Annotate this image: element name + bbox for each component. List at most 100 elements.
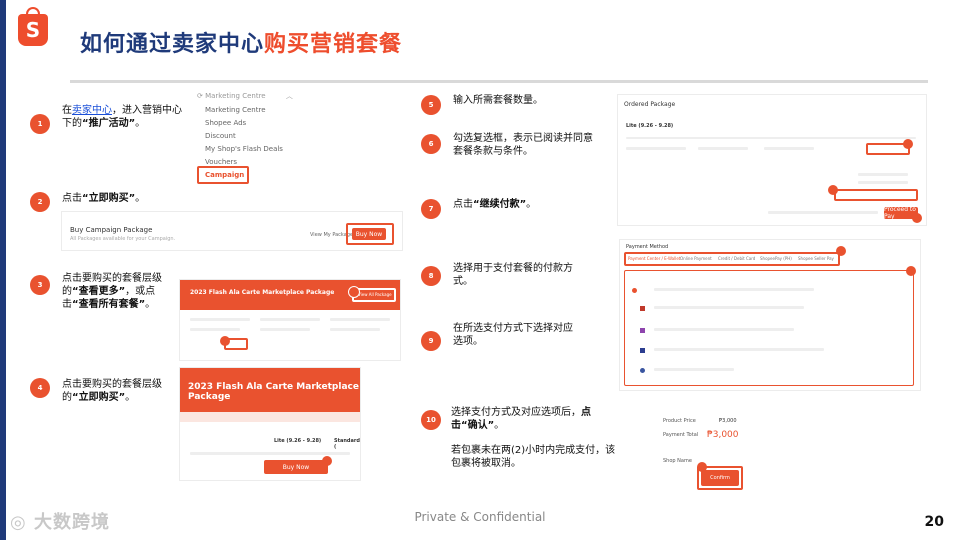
title-part1: 如何通过卖家中心 bbox=[80, 32, 265, 57]
step-2-bold: “立即购买” bbox=[82, 193, 136, 204]
step-1-text: 在卖家中心，进入营销中心下的“推广活动”。 bbox=[62, 104, 187, 130]
step-8-text: 选择用于支付套餐的付款方式。 bbox=[453, 263, 573, 287]
step-8-marker bbox=[836, 246, 846, 256]
tier-row-line bbox=[330, 318, 390, 321]
chevron-up-icon: ︿ bbox=[285, 92, 293, 100]
buy-package-subtitle: All Packages available for your Campaign… bbox=[70, 236, 176, 242]
payment-tab-card[interactable]: Credit / Debit Card bbox=[718, 256, 755, 261]
option-line bbox=[654, 328, 794, 331]
step-9-marker bbox=[906, 266, 916, 276]
step-5-number: 5 bbox=[428, 101, 434, 109]
bank-logo-icon bbox=[640, 368, 645, 373]
step-10-post: 。 bbox=[494, 420, 505, 431]
step-7-text: 点击“继续付款”。 bbox=[453, 198, 536, 211]
tier-buy-now-button[interactable]: Buy Now bbox=[264, 460, 328, 474]
payment-tab-seller-pay[interactable]: Shopee Seller Pay bbox=[798, 256, 834, 261]
menu-item-vouchers[interactable]: Vouchers bbox=[205, 158, 237, 166]
step-4-marker bbox=[322, 456, 332, 466]
menu-item-ads[interactable]: Shopee Ads bbox=[205, 119, 246, 127]
step-7-pre: 点击 bbox=[453, 199, 473, 210]
step-3-marker bbox=[348, 286, 360, 298]
tier-row-line bbox=[190, 452, 350, 455]
payment-total-value: ₱3,000 bbox=[707, 430, 739, 440]
disclaimer-line bbox=[768, 211, 878, 214]
step-5-text: 输入所需套餐数量。 bbox=[453, 95, 543, 106]
step-3-post: 。 bbox=[145, 299, 156, 310]
step-1-post: 。 bbox=[135, 118, 146, 129]
confirm-payment-screenshot: Product Price ₱3,000 Payment Total ₱3,00… bbox=[655, 404, 747, 494]
step-10-badge: 10 bbox=[421, 410, 441, 430]
option-line bbox=[654, 348, 824, 351]
shop-name-label: Shop Name bbox=[663, 458, 692, 464]
bank-logo-icon bbox=[640, 328, 645, 333]
step-3-bold2: “查看所有套餐” bbox=[72, 299, 146, 310]
shopee-bag-handle-icon bbox=[26, 7, 40, 16]
step-4-number: 4 bbox=[37, 384, 43, 392]
step-7-badge: 7 bbox=[421, 199, 441, 219]
page-title: 如何通过卖家中心购买营销套餐 bbox=[80, 26, 402, 58]
ordered-tier-label: Lite (9.26 - 9.28) bbox=[626, 123, 674, 129]
payment-tab-online[interactable]: Online Payment bbox=[680, 256, 712, 261]
menu-heading-text: Marketing Centre bbox=[205, 92, 266, 100]
bank-logo-icon bbox=[640, 306, 645, 311]
step-6-number: 6 bbox=[428, 140, 434, 148]
marketing-menu-screenshot: ⟳ Marketing Centre ︿ Marketing Centre Sh… bbox=[193, 88, 295, 186]
menu-heading: ⟳ Marketing Centre ︿ bbox=[197, 92, 293, 100]
seller-centre-link[interactable]: 卖家中心 bbox=[72, 105, 112, 116]
terms-checkbox-highlight[interactable] bbox=[834, 189, 918, 201]
logo-letter: S bbox=[25, 18, 41, 42]
payment-method-title: Payment Method bbox=[626, 244, 669, 250]
package-list-screenshot: 2023 Flash Ala Carte Marketplace Package… bbox=[180, 280, 400, 360]
summary-line bbox=[858, 173, 908, 176]
tier-standard-label: Standard ( bbox=[334, 438, 360, 450]
payment-tab-shopeepay[interactable]: ShopeePay (PH) bbox=[760, 256, 792, 261]
step-3-text: 点击要购买的套餐层级的“查看更多”，或点击“查看所有套餐”。 bbox=[62, 272, 177, 311]
step-10-marker bbox=[697, 462, 707, 472]
step-7-bold: “继续付款” bbox=[473, 199, 527, 210]
step-3-marker-2 bbox=[220, 336, 230, 346]
step-2-pre: 点击 bbox=[62, 193, 82, 204]
step-9-number: 9 bbox=[428, 337, 434, 345]
table-header-line bbox=[626, 137, 916, 139]
summary-line bbox=[858, 181, 908, 184]
package-detail-title: 2023 Flash Ala Carte Marketplace Package bbox=[188, 382, 359, 402]
tier-lite-label: Lite (9.26 - 9.28) bbox=[274, 438, 322, 444]
step-10-number: 10 bbox=[426, 416, 436, 424]
option-line bbox=[654, 368, 734, 371]
tier-row-line bbox=[190, 318, 250, 321]
step-3-bold1: “查看更多” bbox=[72, 286, 126, 297]
page-number: 20 bbox=[924, 514, 944, 530]
step-7-post: 。 bbox=[526, 199, 537, 210]
tier-row-line bbox=[260, 328, 310, 331]
step-4-text: 点击要购买的套餐层级的“立即购买”。 bbox=[62, 378, 177, 404]
radio-selected-icon[interactable] bbox=[632, 288, 637, 293]
menu-item-marketing[interactable]: Marketing Centre bbox=[205, 106, 266, 114]
ordered-package-title: Ordered Package bbox=[624, 101, 676, 108]
step-7-marker bbox=[912, 213, 922, 223]
shopee-logo: S bbox=[18, 7, 48, 46]
table-cell-line bbox=[764, 147, 814, 150]
step-6-badge: 6 bbox=[421, 134, 441, 154]
step-1-number: 1 bbox=[37, 120, 43, 128]
table-cell-line bbox=[626, 147, 686, 150]
step-6-text: 勾选复选框，表示已阅读并同意套餐条款与条件。 bbox=[453, 133, 593, 157]
step-10-text: 选择支付方式及对应选项后，点击“确认”。 bbox=[451, 406, 601, 432]
table-cell-line bbox=[698, 147, 748, 150]
payment-total-label: Payment Total bbox=[663, 432, 699, 438]
step-10-pre: 选择支付方式及对应选项后， bbox=[451, 407, 581, 418]
option-line bbox=[654, 306, 804, 309]
menu-item-discount[interactable]: Discount bbox=[205, 132, 236, 140]
buy-package-screenshot: Buy Campaign Package All Packages availa… bbox=[62, 212, 402, 250]
package-banner-title: 2023 Flash Ala Carte Marketplace Package bbox=[190, 289, 335, 296]
buy-package-title: Buy Campaign Package bbox=[70, 226, 153, 234]
step-1-pre: 在 bbox=[62, 105, 72, 116]
step-7-number: 7 bbox=[428, 205, 434, 213]
product-price-label: Product Price bbox=[663, 418, 696, 424]
payment-tab-ewallet[interactable]: Payment Center / E-Wallet bbox=[628, 256, 680, 261]
step-3-number: 3 bbox=[37, 281, 43, 289]
menu-item-flash-deals[interactable]: My Shop's Flash Deals bbox=[205, 145, 283, 153]
step-5-marker bbox=[903, 139, 913, 149]
tier-row-line bbox=[190, 328, 240, 331]
step-4-badge: 4 bbox=[30, 378, 50, 398]
left-accent-bar bbox=[0, 0, 6, 540]
